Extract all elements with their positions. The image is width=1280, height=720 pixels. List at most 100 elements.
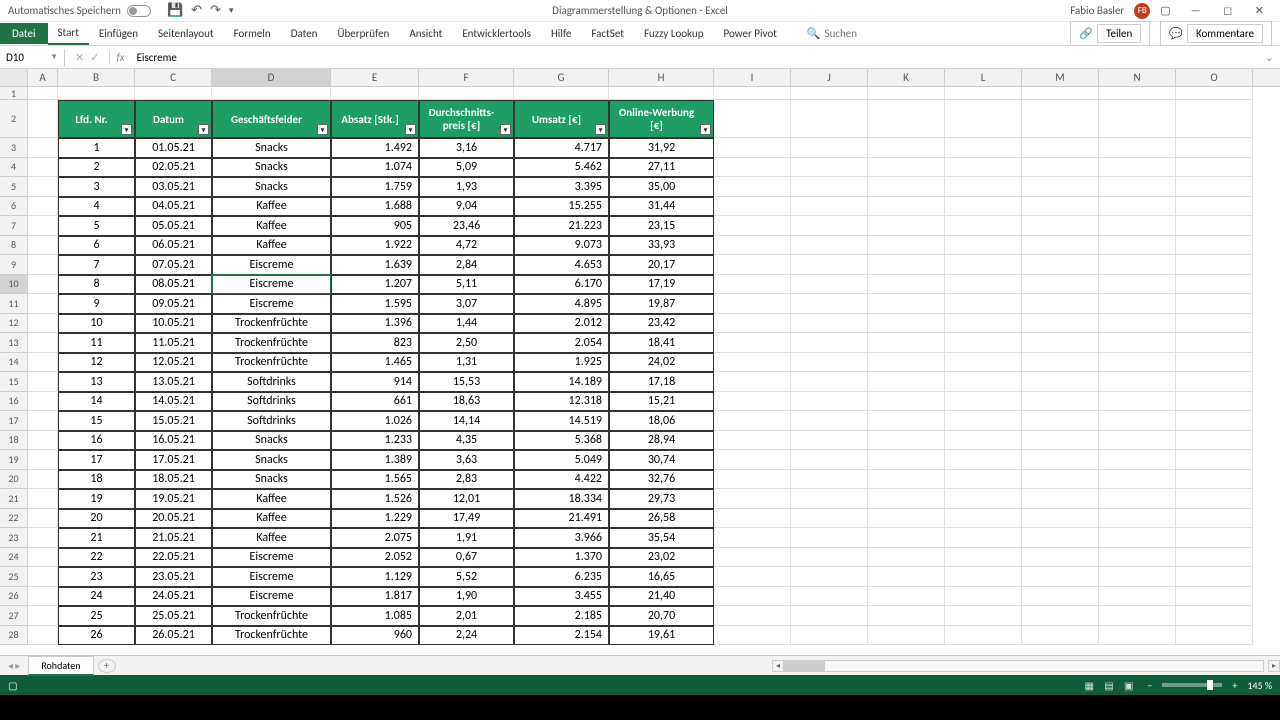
table-cell[interactable]: 21.05.21 bbox=[135, 528, 212, 548]
table-cell[interactable]: 02.05.21 bbox=[135, 158, 212, 178]
zoom-in-button[interactable]: + bbox=[1232, 679, 1237, 692]
table-cell[interactable]: 26 bbox=[58, 626, 135, 646]
table-cell[interactable]: 01.05.21 bbox=[135, 138, 212, 158]
filter-icon[interactable]: ▾ bbox=[595, 124, 606, 135]
table-cell[interactable]: 15.255 bbox=[514, 197, 609, 217]
qat-dropdown-icon[interactable]: ▾ bbox=[229, 5, 234, 16]
table-cell[interactable]: 12.05.21 bbox=[135, 353, 212, 373]
table-cell[interactable]: 10 bbox=[58, 314, 135, 334]
table-cell[interactable]: 23 bbox=[58, 567, 135, 587]
column-header[interactable]: M bbox=[1022, 69, 1099, 86]
ribbon-mode-icon[interactable]: ▢ bbox=[1160, 4, 1170, 17]
table-cell[interactable]: 18,41 bbox=[609, 333, 714, 353]
row-header[interactable]: 16 bbox=[0, 392, 28, 412]
row-header[interactable]: 8 bbox=[0, 236, 28, 256]
column-header[interactable]: L bbox=[945, 69, 1022, 86]
undo-icon[interactable]: ↶ bbox=[191, 3, 202, 18]
maximize-button[interactable]: ◻ bbox=[1213, 4, 1242, 17]
table-cell[interactable]: 19,87 bbox=[609, 294, 714, 314]
row-header[interactable]: 9 bbox=[0, 255, 28, 275]
table-header[interactable]: Lfd. Nr.▾ bbox=[58, 100, 135, 138]
table-cell[interactable]: 3,16 bbox=[419, 138, 514, 158]
table-cell[interactable]: 914 bbox=[331, 372, 419, 392]
column-header[interactable]: G bbox=[514, 69, 609, 86]
avatar[interactable]: FB bbox=[1134, 3, 1150, 19]
table-cell[interactable]: 1.026 bbox=[331, 411, 419, 431]
table-cell[interactable]: Eiscreme bbox=[212, 548, 331, 568]
table-cell[interactable]: 1 bbox=[58, 138, 135, 158]
table-cell[interactable]: 24 bbox=[58, 587, 135, 607]
table-cell[interactable]: 15,21 bbox=[609, 392, 714, 412]
table-cell[interactable]: 13.05.21 bbox=[135, 372, 212, 392]
column-header[interactable]: C bbox=[135, 69, 212, 86]
redo-icon[interactable]: ↷ bbox=[210, 3, 221, 18]
table-cell[interactable]: 2,24 bbox=[419, 626, 514, 646]
name-box[interactable]: D10 ▼ bbox=[0, 49, 65, 66]
table-cell[interactable]: 35,54 bbox=[609, 528, 714, 548]
table-cell[interactable]: 1.129 bbox=[331, 567, 419, 587]
table-cell[interactable]: 26,58 bbox=[609, 509, 714, 529]
table-cell[interactable]: 3,07 bbox=[419, 294, 514, 314]
row-header[interactable]: 7 bbox=[0, 216, 28, 236]
table-cell[interactable]: 5,52 bbox=[419, 567, 514, 587]
table-cell[interactable]: 1.492 bbox=[331, 138, 419, 158]
table-cell[interactable]: 9,04 bbox=[419, 197, 514, 217]
table-cell[interactable]: 35,00 bbox=[609, 177, 714, 197]
table-cell[interactable]: 23,46 bbox=[419, 216, 514, 236]
table-cell[interactable]: 1.759 bbox=[331, 177, 419, 197]
row-header[interactable]: 6 bbox=[0, 197, 28, 217]
table-cell[interactable]: Trockenfrüchte bbox=[212, 353, 331, 373]
table-cell[interactable]: 17,49 bbox=[419, 509, 514, 529]
table-cell[interactable]: 6.235 bbox=[514, 567, 609, 587]
formula-input[interactable]: Eiscreme bbox=[131, 51, 1259, 64]
table-cell[interactable]: 21 bbox=[58, 528, 135, 548]
table-cell[interactable]: 18,63 bbox=[419, 392, 514, 412]
table-cell[interactable]: 1.465 bbox=[331, 353, 419, 373]
table-cell[interactable]: 24,02 bbox=[609, 353, 714, 373]
column-header[interactable]: J bbox=[791, 69, 868, 86]
table-cell[interactable]: Softdrinks bbox=[212, 392, 331, 412]
table-cell[interactable]: Trockenfrüchte bbox=[212, 333, 331, 353]
tab-entwicklertools[interactable]: Entwicklertools bbox=[452, 23, 541, 44]
autosave-toggle[interactable]: Automatisches Speichern bbox=[0, 4, 159, 17]
table-cell[interactable]: 17,18 bbox=[609, 372, 714, 392]
add-sheet-button[interactable]: + bbox=[98, 659, 116, 673]
table-cell[interactable]: 3.455 bbox=[514, 587, 609, 607]
table-cell[interactable]: 4.717 bbox=[514, 138, 609, 158]
table-cell[interactable]: Kaffee bbox=[212, 216, 331, 236]
table-cell[interactable]: 1.526 bbox=[331, 489, 419, 509]
table-header[interactable]: Umsatz [€]▾ bbox=[514, 100, 609, 138]
spreadsheet-grid[interactable]: ABCDEFGHIJKLMNO 1 2 Lfd. Nr.▾ Datum▾ Ges… bbox=[0, 69, 1280, 655]
table-cell[interactable]: 32,76 bbox=[609, 470, 714, 490]
table-cell[interactable]: 4 bbox=[58, 197, 135, 217]
table-cell[interactable]: 14,14 bbox=[419, 411, 514, 431]
table-cell[interactable]: 08.05.21 bbox=[135, 275, 212, 295]
table-cell[interactable]: Kaffee bbox=[212, 489, 331, 509]
table-cell[interactable]: 17.05.21 bbox=[135, 450, 212, 470]
row-header[interactable]: 28 bbox=[0, 626, 28, 646]
table-cell[interactable]: Kaffee bbox=[212, 528, 331, 548]
zoom-level[interactable]: 145 % bbox=[1247, 679, 1272, 692]
search-box[interactable]: 🔍 Suchen bbox=[807, 27, 857, 40]
table-cell[interactable]: 1,90 bbox=[419, 587, 514, 607]
row-header[interactable]: 22 bbox=[0, 509, 28, 529]
row-header[interactable]: 4 bbox=[0, 158, 28, 178]
tab-file[interactable]: Datei bbox=[0, 23, 48, 44]
column-header[interactable]: F bbox=[419, 69, 514, 86]
table-cell[interactable]: 1,31 bbox=[419, 353, 514, 373]
table-cell[interactable]: 1.074 bbox=[331, 158, 419, 178]
tab-start[interactable]: Start bbox=[48, 22, 89, 45]
scroll-left-button[interactable]: ◂ bbox=[772, 660, 784, 672]
table-cell[interactable]: 25 bbox=[58, 606, 135, 626]
table-cell[interactable]: 21.223 bbox=[514, 216, 609, 236]
row-header[interactable]: 3 bbox=[0, 138, 28, 158]
table-cell[interactable]: Snacks bbox=[212, 431, 331, 451]
table-cell[interactable]: Trockenfrüchte bbox=[212, 626, 331, 646]
table-cell[interactable]: 06.05.21 bbox=[135, 236, 212, 256]
table-cell[interactable]: 31,44 bbox=[609, 197, 714, 217]
table-cell[interactable]: 14.519 bbox=[514, 411, 609, 431]
table-cell[interactable]: 13 bbox=[58, 372, 135, 392]
row-header[interactable]: 14 bbox=[0, 353, 28, 373]
table-cell[interactable]: 2.185 bbox=[514, 606, 609, 626]
table-cell[interactable]: 5 bbox=[58, 216, 135, 236]
